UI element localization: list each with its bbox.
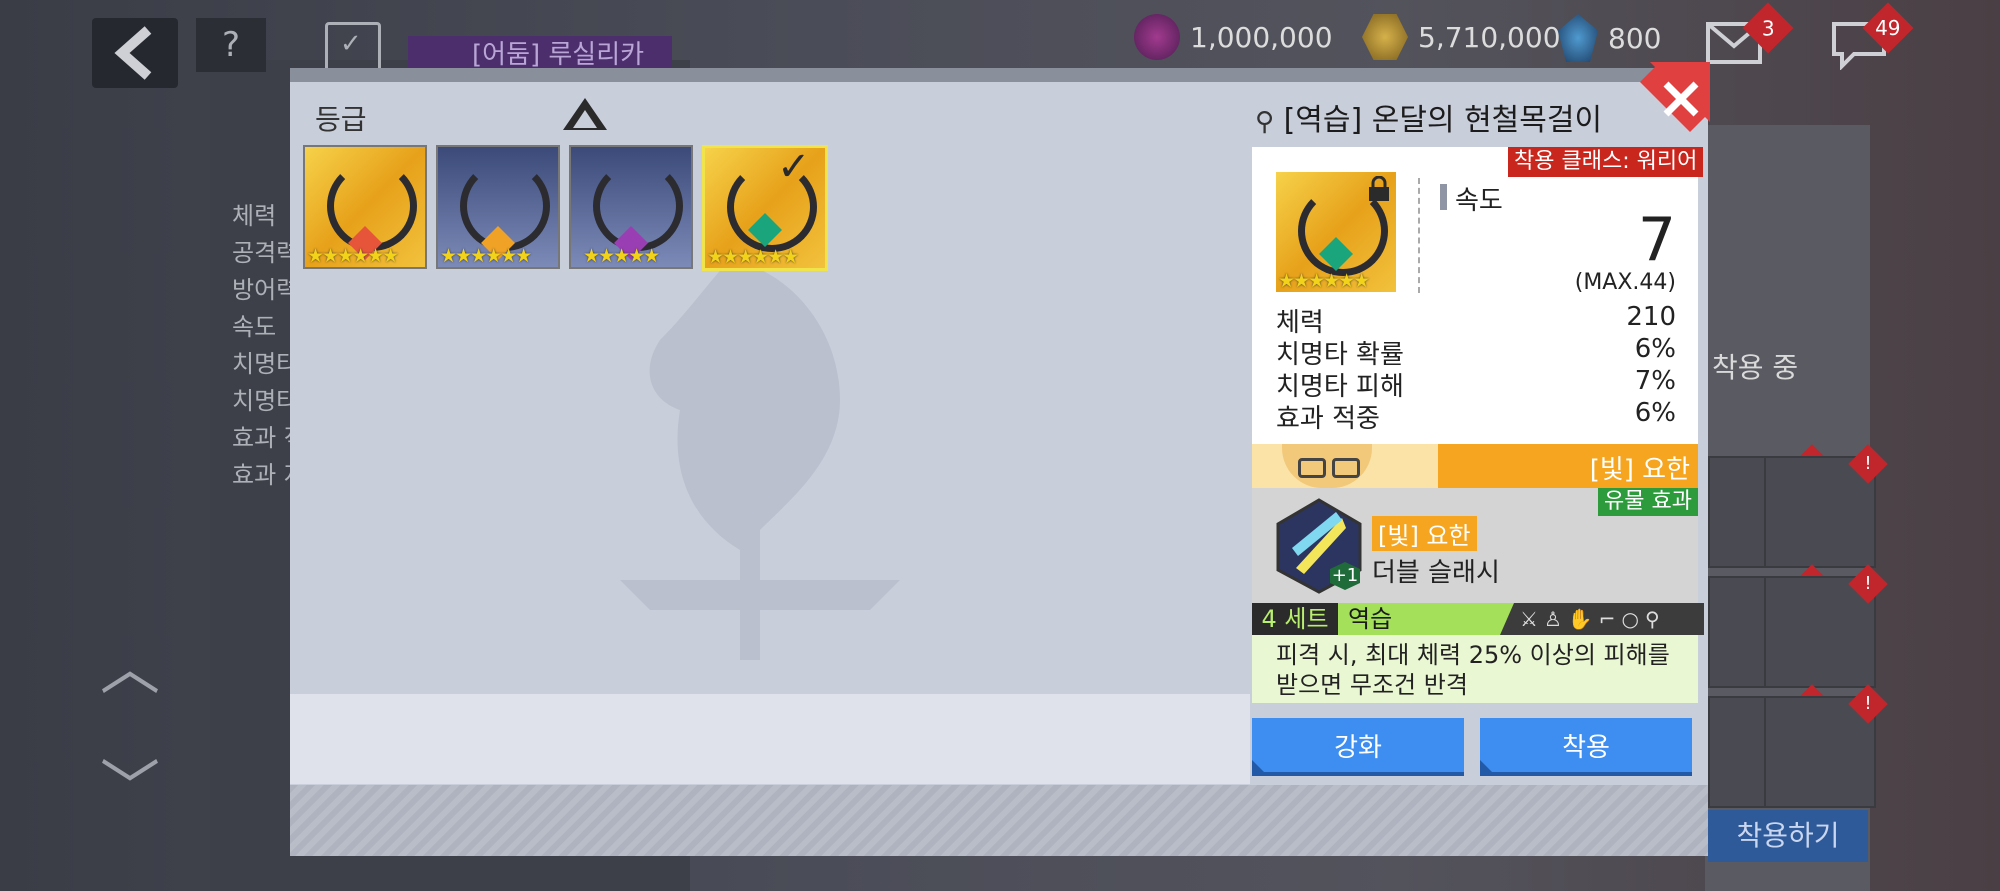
modal-footer: [290, 785, 1708, 856]
item-card[interactable]: ★★★★★★: [436, 145, 560, 269]
horse-emblem-watermark: [620, 260, 900, 660]
close-icon: [1640, 62, 1710, 132]
checkmark-icon: ✓: [777, 145, 811, 190]
set-count: 4 세트: [1252, 603, 1338, 635]
resource-gold: 5,710,000: [1362, 14, 1561, 60]
help-button[interactable]: ?: [196, 18, 266, 72]
sub-stat-value: 7%: [1634, 366, 1676, 396]
resource-crystal: 800: [1558, 14, 1661, 62]
calendar-button[interactable]: ✓: [325, 22, 381, 74]
stamina-icon: [1134, 14, 1180, 60]
equip-button[interactable]: 착용: [1480, 718, 1692, 772]
enhance-button[interactable]: 강화: [1252, 718, 1464, 772]
item-card-selected[interactable]: ✓ ★★★★★★: [702, 145, 828, 271]
sort-order-icon[interactable]: [563, 98, 607, 130]
equip-slot-necklace[interactable]: !: [1764, 684, 1888, 808]
modal-top-border: [290, 68, 1708, 82]
star-rating: ★★★★★★: [707, 246, 799, 268]
sub-stat-value: 6%: [1634, 398, 1676, 428]
boot-icon: ⌐: [1598, 607, 1622, 631]
equip-slot-armor[interactable]: !: [1764, 444, 1888, 568]
hero-portrait: [1252, 444, 1438, 488]
star-rating: ★★★★★★: [440, 245, 532, 267]
sub-stat-value: 6%: [1634, 334, 1676, 364]
class-restriction-badge: 착용 클래스: 워리어: [1508, 147, 1704, 177]
skill-icon: +1: [1276, 498, 1362, 594]
sub-stat-value: 210: [1626, 302, 1676, 332]
necklace-icon: ⚲: [1255, 107, 1275, 137]
star-rating: ★★★★★★: [1278, 270, 1370, 292]
divider: [1418, 178, 1420, 293]
equipped-label: 착용 중: [1712, 351, 1799, 384]
skill-hero-tag: [빛] 요한: [1372, 516, 1477, 551]
ring-icon: ○: [1621, 607, 1645, 631]
item-title: ⚲ [역습] 온달의 현철목걸이: [1255, 103, 1603, 138]
lock-icon[interactable]: [1366, 175, 1392, 202]
item-list-bottom: [290, 694, 1250, 784]
item-card[interactable]: ★★★★★: [569, 145, 693, 269]
mail-button[interactable]: 3: [1706, 2, 1794, 64]
glove-icon: ✋: [1567, 607, 1599, 631]
question-icon: ?: [221, 25, 241, 65]
sub-stat-name: 효과 적중: [1276, 404, 1380, 434]
resource-stamina: 1,000,000: [1134, 14, 1333, 60]
item-card[interactable]: ★★★★★★: [303, 145, 427, 269]
gold-coin-icon: [1362, 14, 1408, 60]
star-rating: ★★★★★: [583, 245, 660, 267]
warning-icon: !: [1848, 684, 1888, 724]
grade-sort-label: 등급: [315, 103, 367, 136]
armor-icon: ♙: [1543, 607, 1568, 631]
main-stat-max: (MAX.44): [1574, 270, 1676, 295]
main-stat-value: 7: [1637, 205, 1676, 275]
warning-icon: !: [1848, 564, 1888, 604]
weapon-icon: ⚔: [1520, 607, 1544, 631]
set-name: 역습: [1348, 605, 1393, 633]
star-rating: ★★★★★★: [307, 245, 399, 267]
scroll-down-button[interactable]: ﹀: [100, 740, 160, 827]
relic-effect-tag: 유물 효과: [1598, 488, 1698, 516]
chevron-down-icon: ﹀: [100, 754, 160, 824]
back-button[interactable]: [92, 18, 178, 88]
chat-button[interactable]: 49: [1830, 2, 1914, 70]
equip-slot-boots[interactable]: !: [1764, 564, 1888, 688]
necklace-icon: ⚲: [1645, 607, 1666, 631]
warning-icon: !: [1848, 444, 1888, 484]
back-arrow-icon: [114, 26, 152, 80]
crystal-icon: [1558, 14, 1598, 62]
main-stat-name: 속도: [1455, 186, 1503, 216]
close-button[interactable]: [1640, 62, 1710, 132]
main-stat-marker: [1440, 184, 1447, 210]
calendar-icon: ✓: [340, 29, 362, 59]
equip-all-button[interactable]: 착용하기: [1708, 810, 1868, 862]
scroll-up-button[interactable]: ︿: [100, 620, 160, 707]
hero-name: [빛] 요한: [1589, 455, 1690, 485]
set-slot-icons: ⚔♙✋⌐○⚲: [1500, 603, 1704, 635]
chevron-up-icon: ︿: [100, 634, 160, 704]
set-description: 피격 시, 최대 체력 25% 이상의 피해를 받으면 무조건 반격: [1276, 641, 1670, 699]
skill-name: 더블 슬래시: [1372, 558, 1500, 588]
